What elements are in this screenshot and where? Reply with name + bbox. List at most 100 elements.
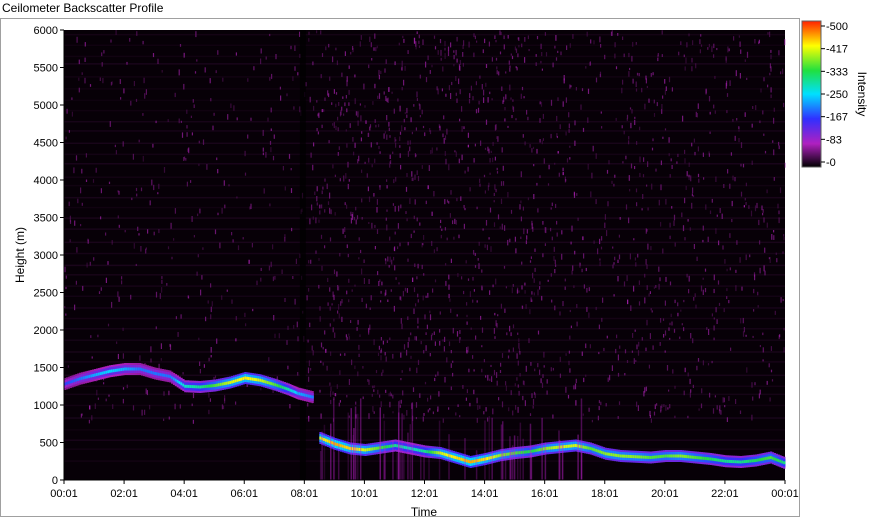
precip-streak: [350, 408, 353, 480]
x-tick-label: 00:01: [50, 488, 78, 500]
x-tick-label: 08:01: [291, 488, 319, 500]
precip-streak: [333, 451, 336, 480]
precip-streak: [544, 442, 547, 480]
precip-streak: [321, 431, 323, 480]
precip-streak: [409, 424, 412, 480]
precip-streak: [357, 413, 359, 480]
y-tick-label: 500: [40, 438, 58, 450]
colorbar-tick-label: -0: [826, 157, 836, 169]
x-tick: 20:01: [651, 480, 679, 500]
precip-streak: [407, 432, 409, 480]
x-tick-label: 22:01: [711, 488, 739, 500]
y-tick-label: 2000: [34, 325, 58, 337]
precip-streak: [396, 452, 399, 480]
precip-streak: [323, 424, 326, 480]
y-tick: 0: [52, 475, 64, 487]
x-tick-label: 16:01: [531, 488, 559, 500]
x-tick-label: 10:01: [351, 488, 379, 500]
y-tick: 3500: [34, 213, 64, 225]
precip-streak: [488, 416, 491, 480]
x-tick: 18:01: [591, 480, 619, 500]
precip-streak: [383, 455, 385, 480]
precip-streak: [423, 451, 425, 480]
colorbar-title: Intensity: [855, 72, 869, 117]
precip-streak: [330, 423, 332, 480]
precip-streak: [500, 424, 503, 480]
precip-streak: [530, 452, 533, 480]
precip-streak: [337, 443, 340, 480]
x-tick-label: 12:01: [411, 488, 439, 500]
colorbar-tick: -500: [821, 21, 848, 33]
colorbar-tick: -250: [821, 89, 848, 101]
precip-streak: [504, 450, 507, 480]
y-tick-label: 3000: [34, 250, 58, 262]
colorbar-tick: -167: [821, 112, 848, 124]
y-tick: 6000: [34, 25, 64, 37]
precip-streak: [511, 445, 514, 480]
y-tick: 5000: [34, 100, 64, 112]
backscatter-chart: 0 500 1000 1500 2000 2500 3000 3500 4000 4500 5000…: [13, 20, 869, 519]
colorbar-tick: -0: [821, 157, 836, 169]
precip-streak: [522, 438, 524, 480]
precip-streak: [561, 443, 564, 480]
y-axis-title: Height (m): [13, 227, 27, 283]
cloud-mark: [783, 456, 786, 469]
y-tick-label: 2500: [34, 288, 58, 300]
precip-streak: [577, 434, 579, 480]
cloud-mark: [311, 391, 314, 404]
colorbar-tick-label: -333: [826, 66, 848, 78]
precip-streak: [558, 430, 560, 480]
x-axis-title: Time: [411, 505, 438, 519]
x-tick: 16:01: [531, 480, 559, 500]
precip-streak: [448, 434, 450, 480]
x-tick-label: 18:01: [591, 488, 619, 500]
y-tick-label: 5500: [34, 63, 58, 75]
x-tick: 00:01: [771, 480, 799, 500]
x-tick: 02:01: [110, 480, 138, 500]
x-axis: 00:01 02:01 04:01 06:01 08:01 10:01 12:01 14:01…: [50, 479, 799, 500]
precip-streak: [379, 407, 382, 480]
x-tick-label: 06:01: [230, 488, 258, 500]
precip-streak: [464, 438, 466, 480]
precip-streak: [509, 436, 511, 480]
precip-streak: [580, 452, 583, 480]
x-tick-label: 00:01: [771, 488, 799, 500]
colorbar-ticks: -500 -417 -333 -250 -167 -83 -0: [821, 21, 848, 169]
y-tick-label: 3500: [34, 213, 58, 225]
x-tick-label: 20:01: [651, 488, 679, 500]
precip-streak: [359, 398, 362, 480]
precip-streak: [397, 401, 400, 480]
y-tick-label: 0: [52, 475, 58, 487]
precip-streak: [411, 402, 414, 480]
colorbar-tick-label: -417: [826, 44, 848, 56]
precip-streak: [403, 451, 405, 480]
y-tick: 500: [40, 438, 64, 450]
precip-streak: [516, 435, 519, 480]
y-tick-label: 4500: [34, 138, 58, 150]
y-tick-label: 1000: [34, 400, 58, 412]
colorbar-tick: -417: [821, 44, 848, 56]
x-tick: 22:01: [711, 480, 739, 500]
colorbar-tick-label: -250: [826, 89, 848, 101]
colorbar-tick-label: -167: [826, 112, 848, 124]
plot-area: [64, 30, 785, 480]
y-tick-label: 5000: [34, 100, 58, 112]
precip-streak: [484, 420, 486, 480]
x-tick-label: 02:01: [110, 488, 138, 500]
precip-streak: [420, 455, 422, 480]
colorbar-tick-label: -83: [826, 134, 842, 146]
x-tick: 12:01: [411, 480, 439, 500]
precip-streak: [399, 444, 402, 480]
precip-streak: [401, 413, 403, 480]
y-tick: 1500: [34, 363, 64, 375]
precip-streak: [352, 434, 355, 480]
precip-streak: [519, 422, 522, 480]
x-tick: 10:01: [351, 480, 379, 500]
precip-streak: [319, 450, 322, 480]
y-tick: 1000: [34, 400, 64, 412]
precip-streak: [354, 406, 357, 480]
x-tick-label: 04:01: [170, 488, 198, 500]
colorbar-tick-label: -500: [826, 21, 848, 33]
colorbar-tick: -83: [821, 134, 842, 146]
precip-streak: [347, 412, 349, 480]
